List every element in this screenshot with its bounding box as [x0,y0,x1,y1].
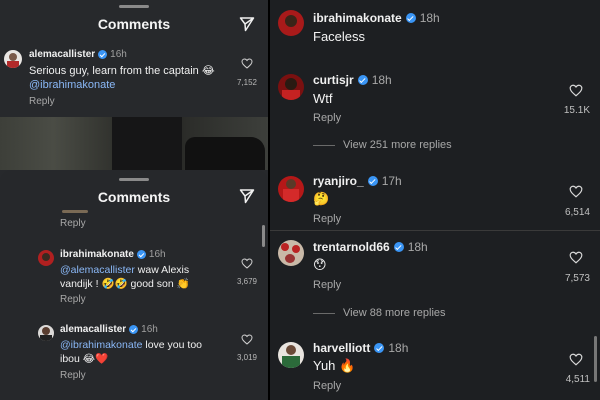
reply-button[interactable]: Reply [60,370,86,381]
left-panel: Comments alemacallister 16h Serious guy,… [0,0,268,400]
comment-text: Yuh 🔥 [313,358,356,373]
heart-icon[interactable] [241,58,253,69]
avatar[interactable] [38,250,54,266]
avatar[interactable] [278,10,304,36]
reply-button[interactable]: Reply [29,96,55,107]
comment-username[interactable]: alemacallister 16h [60,324,158,335]
heart-icon[interactable] [569,185,583,198]
right-panel: ibrahimakonate 18h Faceless curtisjr 18h… [270,0,600,400]
avatar[interactable] [278,176,304,202]
like-count: 3,679 [236,277,258,286]
comment-text: Serious guy, learn from the captain 😂 @i… [29,65,215,91]
like-count: 6,514 [564,207,590,218]
comment-text: Wtf [313,91,333,106]
comment-username[interactable]: ibrahimakonate 16h [60,249,166,260]
reply-button[interactable]: Reply [313,213,341,225]
like-count: 15.1K [563,105,590,116]
like-count: 3,019 [236,353,258,362]
like-count: 4,511 [565,374,590,385]
scrollbar[interactable] [594,336,597,382]
comment-username[interactable]: ryanjiro_ 17h [313,174,402,188]
verified-badge-icon [98,50,108,59]
like-count: 7,573 [564,273,590,284]
mention-link[interactable]: @ibrahimakonate [60,339,142,351]
verified-badge-icon [367,176,378,186]
view-more-replies-button[interactable]: View 88 more replies [313,307,446,319]
heart-icon[interactable] [569,353,583,366]
heart-icon[interactable] [569,84,583,97]
verified-badge-icon [357,75,368,85]
avatar[interactable] [4,50,22,68]
heart-icon[interactable] [241,258,253,269]
comment-username[interactable]: trentarnold66 18h [313,240,428,254]
comments-title: Comments [97,16,171,32]
verified-badge-icon [405,13,416,23]
comment-text: Faceless [313,29,366,44]
mention-link[interactable]: @ibrahimakonate [29,79,115,91]
view-more-replies-button[interactable]: View 251 more replies [313,139,452,151]
comment-username[interactable]: ibrahimakonate 18h [313,11,440,25]
verified-badge-icon [129,325,139,334]
verified-badge-icon [374,343,385,353]
comment-emoji: 😯 [313,257,327,272]
comment-text: @alemacallister waw Alexis vandijk ! 🤣🤣 … [60,264,190,290]
scrollbar[interactable] [262,225,265,247]
partial-emoji [62,210,88,213]
send-icon[interactable] [239,188,255,204]
comment-emoji: 🤔 [313,191,330,206]
reply-button[interactable]: Reply [60,218,86,229]
avatar[interactable] [278,240,304,266]
verified-badge-icon [393,242,404,252]
send-icon[interactable] [239,16,255,32]
avatar[interactable] [278,342,304,368]
verified-badge-icon [136,250,146,259]
comments-title: Comments [97,189,171,205]
avatar[interactable] [278,74,304,100]
heart-icon[interactable] [569,251,583,264]
avatar[interactable] [38,325,54,341]
comment-username[interactable]: curtisjr 18h [313,73,392,87]
comment-username[interactable]: harvelliott 18h [313,341,408,355]
mention-link[interactable]: @alemacallister [60,264,135,276]
comment-text: @ibrahimakonate love you too ibou 😂❤️ [60,339,202,365]
sheet-drag-handle[interactable] [119,5,149,8]
reply-button[interactable]: Reply [313,112,341,124]
like-count: 7,152 [236,78,258,87]
comments-sheet: Comments Reply ibrahimakonate 16h @alema… [0,170,268,400]
heart-icon[interactable] [241,334,253,345]
reply-button[interactable]: Reply [313,380,341,392]
reply-button[interactable]: Reply [313,279,341,291]
reply-button[interactable]: Reply [60,294,86,305]
divider [270,230,600,231]
sheet-drag-handle[interactable] [119,178,149,181]
comment-username[interactable]: alemacallister 16h [29,49,127,60]
background-photo [0,117,268,170]
